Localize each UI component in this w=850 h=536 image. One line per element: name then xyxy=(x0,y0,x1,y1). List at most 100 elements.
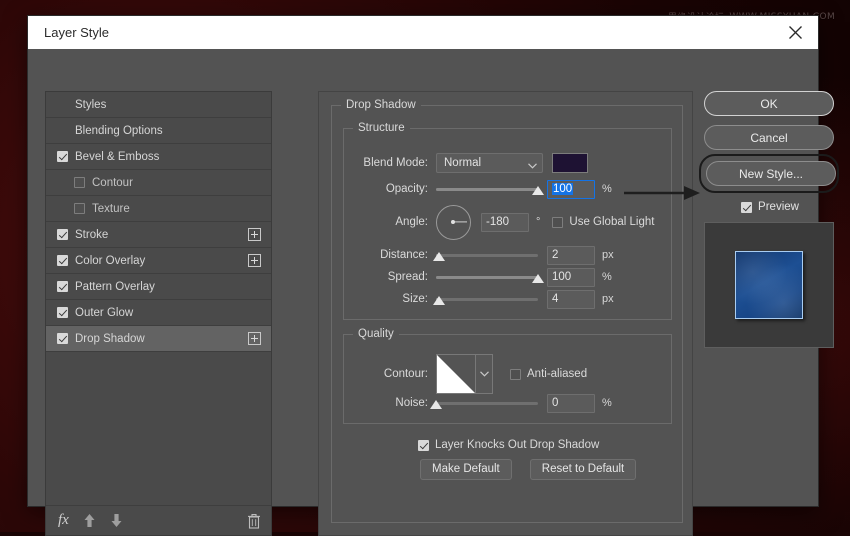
spread-input[interactable]: 100 xyxy=(547,267,595,287)
checkbox-contour[interactable] xyxy=(74,177,85,188)
reset-to-default-button[interactable]: Reset to Default xyxy=(529,459,637,480)
opacity-input[interactable]: 100 xyxy=(547,179,595,199)
blend-mode-select-wrap: Normal xyxy=(436,153,543,173)
new-style-button[interactable]: New Style... xyxy=(706,161,836,186)
anti-aliased-label: Anti-aliased xyxy=(527,368,588,380)
contour-curve-shape xyxy=(437,355,475,393)
checkbox-outer-glow[interactable] xyxy=(57,307,68,318)
close-icon[interactable] xyxy=(772,16,818,49)
slider-knob[interactable] xyxy=(433,296,446,305)
opacity-label: Opacity: xyxy=(385,183,428,195)
cancel-button[interactable]: Cancel xyxy=(704,125,834,150)
angle-label: Angle: xyxy=(395,216,428,228)
slider-track xyxy=(436,298,538,301)
preview-toggle[interactable]: Preview xyxy=(704,201,836,213)
sidebar-item-label: Bevel & Emboss xyxy=(75,150,160,163)
sidebar-item-pattern-overlay[interactable]: Pattern Overlay xyxy=(46,274,271,300)
opacity-unit: % xyxy=(602,183,612,195)
checkbox-texture[interactable] xyxy=(74,203,85,214)
spread-slider[interactable] xyxy=(436,269,544,285)
drop-shadow-group-title: Drop Shadow xyxy=(341,99,421,111)
angle-row: Angle: -180 ° Use Global Light xyxy=(352,204,654,240)
sidebar-item-label: Outer Glow xyxy=(75,306,134,319)
shadow-color-swatch[interactable] xyxy=(552,153,588,173)
sidebar-item-color-overlay[interactable]: Color Overlay xyxy=(46,248,271,274)
layer-knocks-out-checkbox[interactable] xyxy=(418,439,429,451)
slider-knob[interactable] xyxy=(532,274,544,283)
sidebar-item-bevel-emboss[interactable]: Bevel & Emboss xyxy=(46,144,271,170)
anti-aliased-checkbox[interactable] xyxy=(510,368,521,380)
blend-mode-select[interactable]: Normal xyxy=(436,153,543,173)
noise-row: Noise: 0 % xyxy=(352,393,612,413)
opacity-row: Opacity: 100 % xyxy=(352,179,612,199)
sidebar-item-outer-glow[interactable]: Outer Glow xyxy=(46,300,271,326)
arrow-up-icon[interactable] xyxy=(83,513,96,528)
sidebar-item-contour[interactable]: Contour xyxy=(46,170,271,196)
sidebar-item-label: Contour xyxy=(92,176,133,189)
slider-knob[interactable] xyxy=(433,252,446,261)
sidebar-item-label: Styles xyxy=(75,98,107,111)
spread-label: Spread: xyxy=(387,271,428,283)
spread-row: Spread: 100 % xyxy=(352,267,612,287)
layer-knocks-out-label: Layer Knocks Out Drop Shadow xyxy=(435,439,600,451)
contour-label: Contour: xyxy=(383,368,428,380)
size-unit: px xyxy=(602,293,614,305)
contour-preset-thumbnail[interactable] xyxy=(436,354,476,394)
angle-input[interactable]: -180 xyxy=(481,212,529,232)
sidebar-item-texture[interactable]: Texture xyxy=(46,196,271,222)
size-row: Size: 4 px xyxy=(352,289,614,309)
sidebar-item-label: Blending Options xyxy=(75,124,163,137)
slider-knob[interactable] xyxy=(430,400,442,409)
structure-legend: Structure xyxy=(353,122,410,134)
blend-mode-label: Blend Mode: xyxy=(363,157,428,169)
preview-checkbox[interactable] xyxy=(741,201,753,213)
preview-panel xyxy=(704,222,834,348)
ok-button[interactable]: OK xyxy=(704,91,834,116)
use-global-light-checkbox[interactable] xyxy=(552,216,564,228)
distance-label: Distance: xyxy=(380,249,428,261)
slider-knob[interactable] xyxy=(532,186,544,195)
slider-track xyxy=(436,402,538,405)
dialog-actions-column: OK Cancel New Style... Preview xyxy=(699,91,839,348)
preview-thumbnail xyxy=(735,251,803,319)
noise-slider[interactable] xyxy=(430,395,538,411)
checkbox-color-overlay[interactable] xyxy=(57,255,68,266)
anti-aliased-toggle[interactable]: Anti-aliased xyxy=(510,368,587,380)
fx-icon[interactable]: fx xyxy=(58,512,69,529)
structure-group: Structure Blend Mode: Normal Opacity: 10… xyxy=(343,122,672,320)
use-global-light-toggle[interactable]: Use Global Light xyxy=(552,216,654,228)
distance-row: Distance: 2 px xyxy=(352,245,614,265)
noise-input[interactable]: 0 xyxy=(547,393,595,413)
checkbox-pattern-overlay[interactable] xyxy=(57,281,68,292)
drop-shadow-options-panel: Drop Shadow Structure Blend Mode: Normal xyxy=(318,91,693,536)
sidebar-item-stroke[interactable]: Stroke xyxy=(46,222,271,248)
contour-preset-dropdown[interactable] xyxy=(476,354,493,394)
add-effect-icon[interactable] xyxy=(248,228,261,241)
sidebar-item-blending-options[interactable]: Blending Options xyxy=(46,118,271,144)
trash-icon[interactable] xyxy=(247,513,261,529)
opacity-slider[interactable] xyxy=(436,181,544,197)
styles-list-empty-area xyxy=(46,352,271,505)
layer-knocks-out-toggle[interactable]: Layer Knocks Out Drop Shadow xyxy=(418,439,599,451)
sidebar-item-label: Texture xyxy=(92,202,130,215)
checkbox-stroke[interactable] xyxy=(57,229,68,240)
checkbox-bevel-emboss[interactable] xyxy=(57,151,68,162)
dialog-body: Styles Blending Options Bevel & Emboss C… xyxy=(28,49,839,536)
slider-track-filled xyxy=(436,188,538,191)
sidebar-item-drop-shadow[interactable]: Drop Shadow xyxy=(46,326,271,352)
make-default-button[interactable]: Make Default xyxy=(420,459,512,480)
add-effect-icon[interactable] xyxy=(248,254,261,267)
defaults-button-row: Make Default Reset to Default xyxy=(420,459,637,480)
distance-input[interactable]: 2 xyxy=(547,245,595,265)
arrow-down-icon[interactable] xyxy=(110,513,123,528)
size-input[interactable]: 4 xyxy=(547,289,595,309)
add-effect-icon[interactable] xyxy=(248,332,261,345)
distance-slider[interactable] xyxy=(433,247,538,263)
quality-group: Quality Contour: Anti-aliased Noise: 0 % xyxy=(343,328,672,424)
angle-dial[interactable] xyxy=(436,204,471,240)
sidebar-item-styles[interactable]: Styles xyxy=(46,92,271,118)
use-global-light-label: Use Global Light xyxy=(569,216,655,228)
size-slider[interactable] xyxy=(433,291,538,307)
spread-unit: % xyxy=(602,271,612,283)
checkbox-drop-shadow[interactable] xyxy=(57,333,68,344)
